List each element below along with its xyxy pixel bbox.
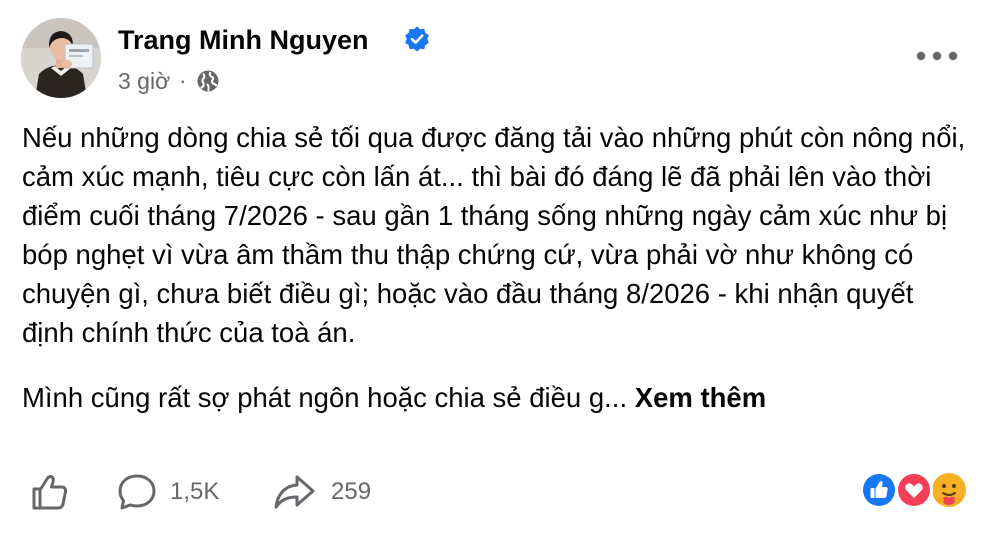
post-paragraph-1: Nếu những dòng chia sẻ tối qua được đăng… [22,122,966,348]
avatar-photo [21,18,101,98]
post-timestamp[interactable]: 3 giờ [118,68,170,95]
care-reaction-icon [930,471,968,509]
post-paragraph-2-text: Mình cũng rất sợ phát ngôn hoặc chia sẻ … [22,382,628,413]
post-meta: 3 giờ · [118,66,220,96]
like-button[interactable] [30,470,70,514]
share-arrow-icon [274,475,315,509]
share-count: 259 [331,478,372,505]
thumbs-up-icon [32,475,68,510]
globe-icon [197,70,218,92]
post-body: Nếu những dòng chia sẻ tối qua được đăng… [22,118,972,417]
post-paragraph-2: Mình cũng rất sợ phát ngôn hoặc chia sẻ … [22,378,972,417]
reactions-summary[interactable] [860,471,972,509]
see-more-link[interactable]: Xem thêm [635,382,766,413]
author-avatar[interactable] [21,18,101,98]
more-horizontal-icon[interactable] [914,44,960,68]
like-reaction-icon [860,471,898,509]
love-reaction-icon [895,471,933,509]
comment-bubble-icon [118,474,156,510]
meta-separator: · [179,68,187,93]
comment-button[interactable]: 1,5K [116,470,219,514]
comment-count: 1,5K [170,478,220,505]
facebook-post: Trang Minh Nguyen 3 giờ · Nếu những dòng… [0,0,992,546]
verified-badge-icon [405,26,429,52]
author-name[interactable]: Trang Minh Nguyen [118,24,369,56]
share-button[interactable]: 259 [273,470,371,514]
action-bar: 1,5K 259 [0,470,992,514]
